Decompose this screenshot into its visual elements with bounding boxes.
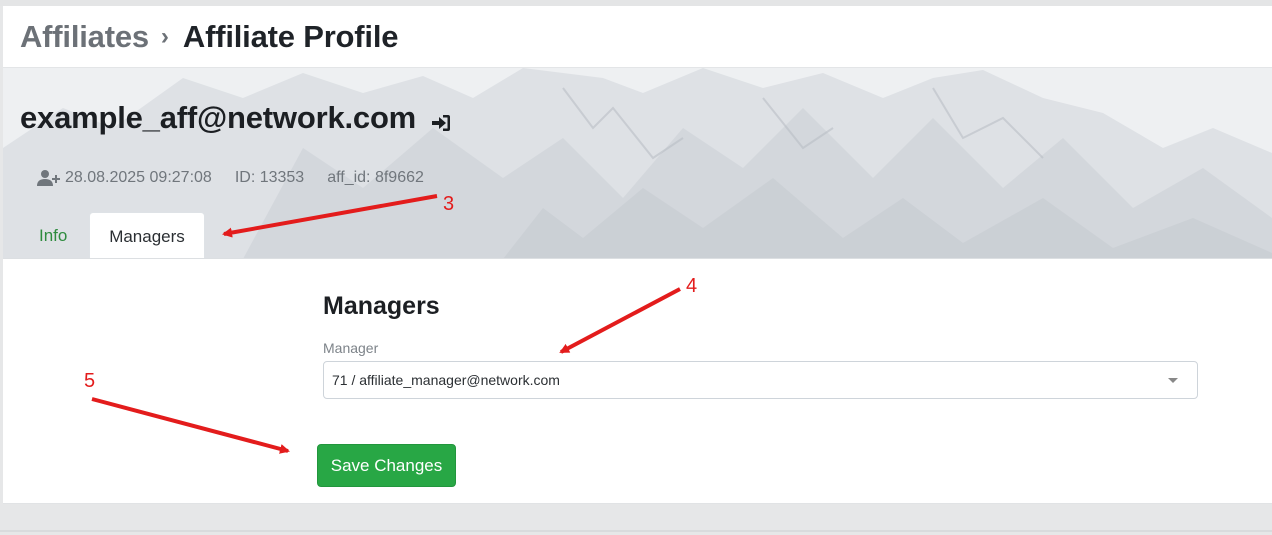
profile-hero: example_aff@network.com 28.08.2025 09:27… xyxy=(3,68,1272,259)
breadcrumb-affiliates-link[interactable]: Affiliates xyxy=(20,19,149,55)
breadcrumb-chevron-icon: › xyxy=(160,22,169,50)
section-title: Managers xyxy=(323,292,440,320)
chevron-down-icon xyxy=(1168,378,1178,383)
affiliate-email: example_aff@network.com xyxy=(20,100,417,135)
profile-meta: 28.08.2025 09:27:08 ID: 13353 aff_id: 8f… xyxy=(37,169,447,187)
tab-info[interactable]: Info xyxy=(22,212,84,258)
created-at-text: 28.08.2025 09:27:08 xyxy=(65,169,212,186)
annotation-number-3: 3 xyxy=(443,193,455,215)
save-changes-button[interactable]: Save Changes xyxy=(317,444,456,487)
sign-in-icon[interactable] xyxy=(430,112,452,134)
manager-field-label: Manager xyxy=(323,340,379,356)
affiliate-id-text: ID: 13353 xyxy=(234,169,305,186)
annotation-number-5: 5 xyxy=(84,370,96,392)
bottom-divider xyxy=(0,530,1272,532)
aff-id-text: aff_id: 8f9662 xyxy=(327,169,424,186)
page-title: Affiliate Profile xyxy=(182,18,399,54)
annotation-number-4: 4 xyxy=(686,275,698,297)
user-plus-icon xyxy=(37,170,60,186)
tab-managers[interactable]: Managers xyxy=(89,212,205,258)
page-header: Affiliates › Affiliate Profile xyxy=(3,6,1272,68)
managers-panel: Managers Manager 71 / affiliate_manager@… xyxy=(3,259,1272,504)
manager-select[interactable]: 71 / affiliate_manager@network.com xyxy=(323,361,1198,399)
manager-select-value: 71 / affiliate_manager@network.com xyxy=(332,372,560,388)
